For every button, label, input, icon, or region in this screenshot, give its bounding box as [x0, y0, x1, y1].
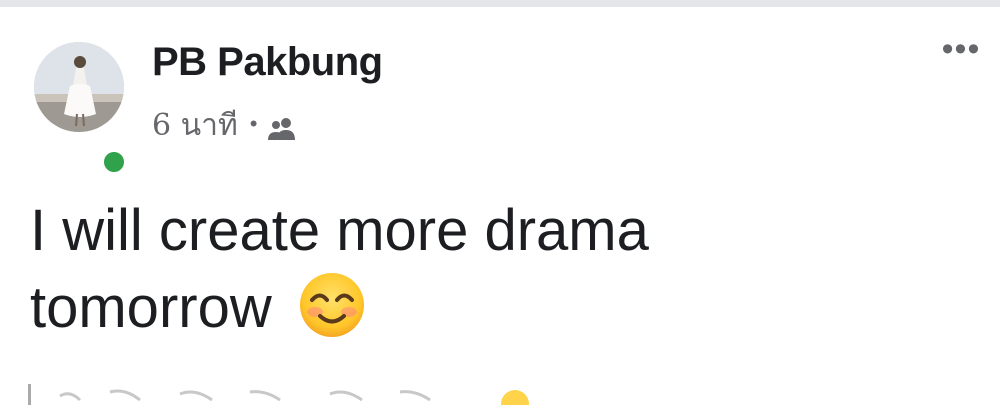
smiling-face-emoji-icon [298, 271, 366, 339]
more-options-icon: ••• [941, 30, 981, 68]
more-options-button[interactable]: ••• [935, 32, 987, 70]
top-divider [0, 0, 1000, 7]
post-time[interactable]: 6 นาที [152, 102, 238, 149]
online-status-dot [100, 148, 128, 176]
post-meta: 6 นาที • [152, 102, 297, 149]
author-name[interactable]: PB Pakbung [152, 40, 383, 85]
avatar-photo [34, 42, 124, 132]
meta-separator: • [249, 110, 258, 136]
post-body: I will create more drama tomorrow [30, 192, 750, 346]
cutoff-next-line [0, 378, 1000, 410]
author-avatar[interactable] [34, 42, 128, 176]
friends-icon[interactable] [267, 113, 297, 140]
